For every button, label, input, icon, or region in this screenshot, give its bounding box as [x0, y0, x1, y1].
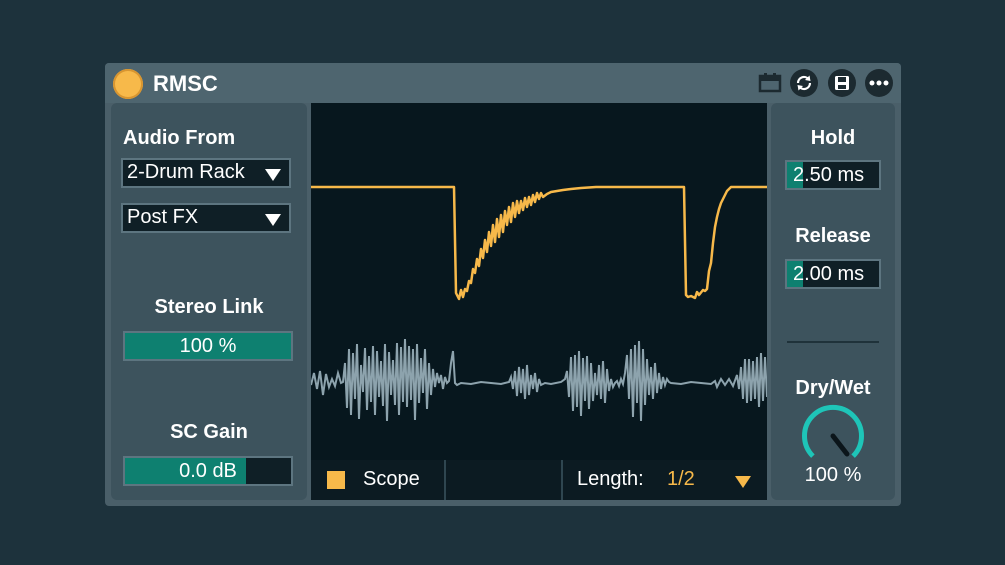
save-icon[interactable]: [828, 69, 856, 97]
chevron-down-icon: [265, 214, 281, 226]
drywet-label: Dry/Wet: [795, 377, 871, 399]
rmsc-device: RMSC Audio From 2-Drum Rack Post FX Ster…: [105, 63, 901, 506]
scope-toolbar: Scope Length: 1/2: [311, 460, 767, 500]
hold-value: 2.50 ms: [793, 164, 865, 186]
waveform-trace: [310, 338, 768, 422]
gain-reduction-display: [310, 103, 768, 460]
right-panel: Hold 2.50 ms Release 2.00 ms Dry/Wet 100…: [771, 103, 895, 500]
release-label: Release: [795, 225, 871, 247]
release-value: 2.00 ms: [793, 263, 865, 285]
left-panel: Audio From 2-Drum Rack Post FX Stereo Li…: [111, 103, 307, 500]
tap-point-dropdown[interactable]: Post FX: [121, 203, 291, 233]
stereo-link-value: 100 %: [179, 335, 237, 357]
scope-label: Scope: [363, 468, 420, 490]
divider: [444, 460, 446, 500]
length-value[interactable]: 1/2: [667, 468, 695, 491]
stereo-link-label: Stereo Link: [154, 296, 264, 318]
sc-gain-value: 0.0 dB: [179, 460, 237, 482]
audio-from-label: Audio From: [123, 127, 236, 149]
sc-gain-label: SC Gain: [170, 421, 248, 443]
more-icon[interactable]: [865, 69, 893, 97]
chevron-down-icon: [265, 169, 281, 181]
audio-from-value: 2-Drum Rack: [127, 161, 245, 183]
calendar-icon[interactable]: [758, 72, 782, 94]
drywet-knob[interactable]: [801, 404, 865, 468]
hold-label: Hold: [810, 127, 856, 149]
release-value-box[interactable]: 2.00 ms: [785, 259, 881, 289]
sc-gain-slider[interactable]: 0.0 dB: [123, 456, 293, 486]
chevron-down-icon[interactable]: [735, 476, 751, 488]
title-bar: RMSC: [105, 63, 901, 103]
tap-point-value: Post FX: [127, 206, 199, 228]
drywet-knob-arc: [802, 404, 864, 458]
length-label: Length:: [577, 468, 644, 490]
stereo-link-slider[interactable]: 100 %: [123, 331, 293, 361]
divider: [561, 460, 563, 500]
power-icon[interactable]: [113, 69, 143, 99]
divider: [787, 341, 879, 343]
drywet-knob-pointer: [830, 433, 850, 457]
scope-waveforms: [310, 185, 768, 422]
audio-from-dropdown[interactable]: 2-Drum Rack: [121, 158, 291, 188]
drywet-value: 100 %: [804, 464, 862, 486]
hold-value-box[interactable]: 2.50 ms: [785, 160, 881, 190]
sync-icon[interactable]: [790, 69, 818, 97]
device-title: RMSC: [153, 71, 218, 96]
gain-reduction-curve: [311, 185, 767, 301]
scope-toggle[interactable]: [327, 471, 345, 489]
